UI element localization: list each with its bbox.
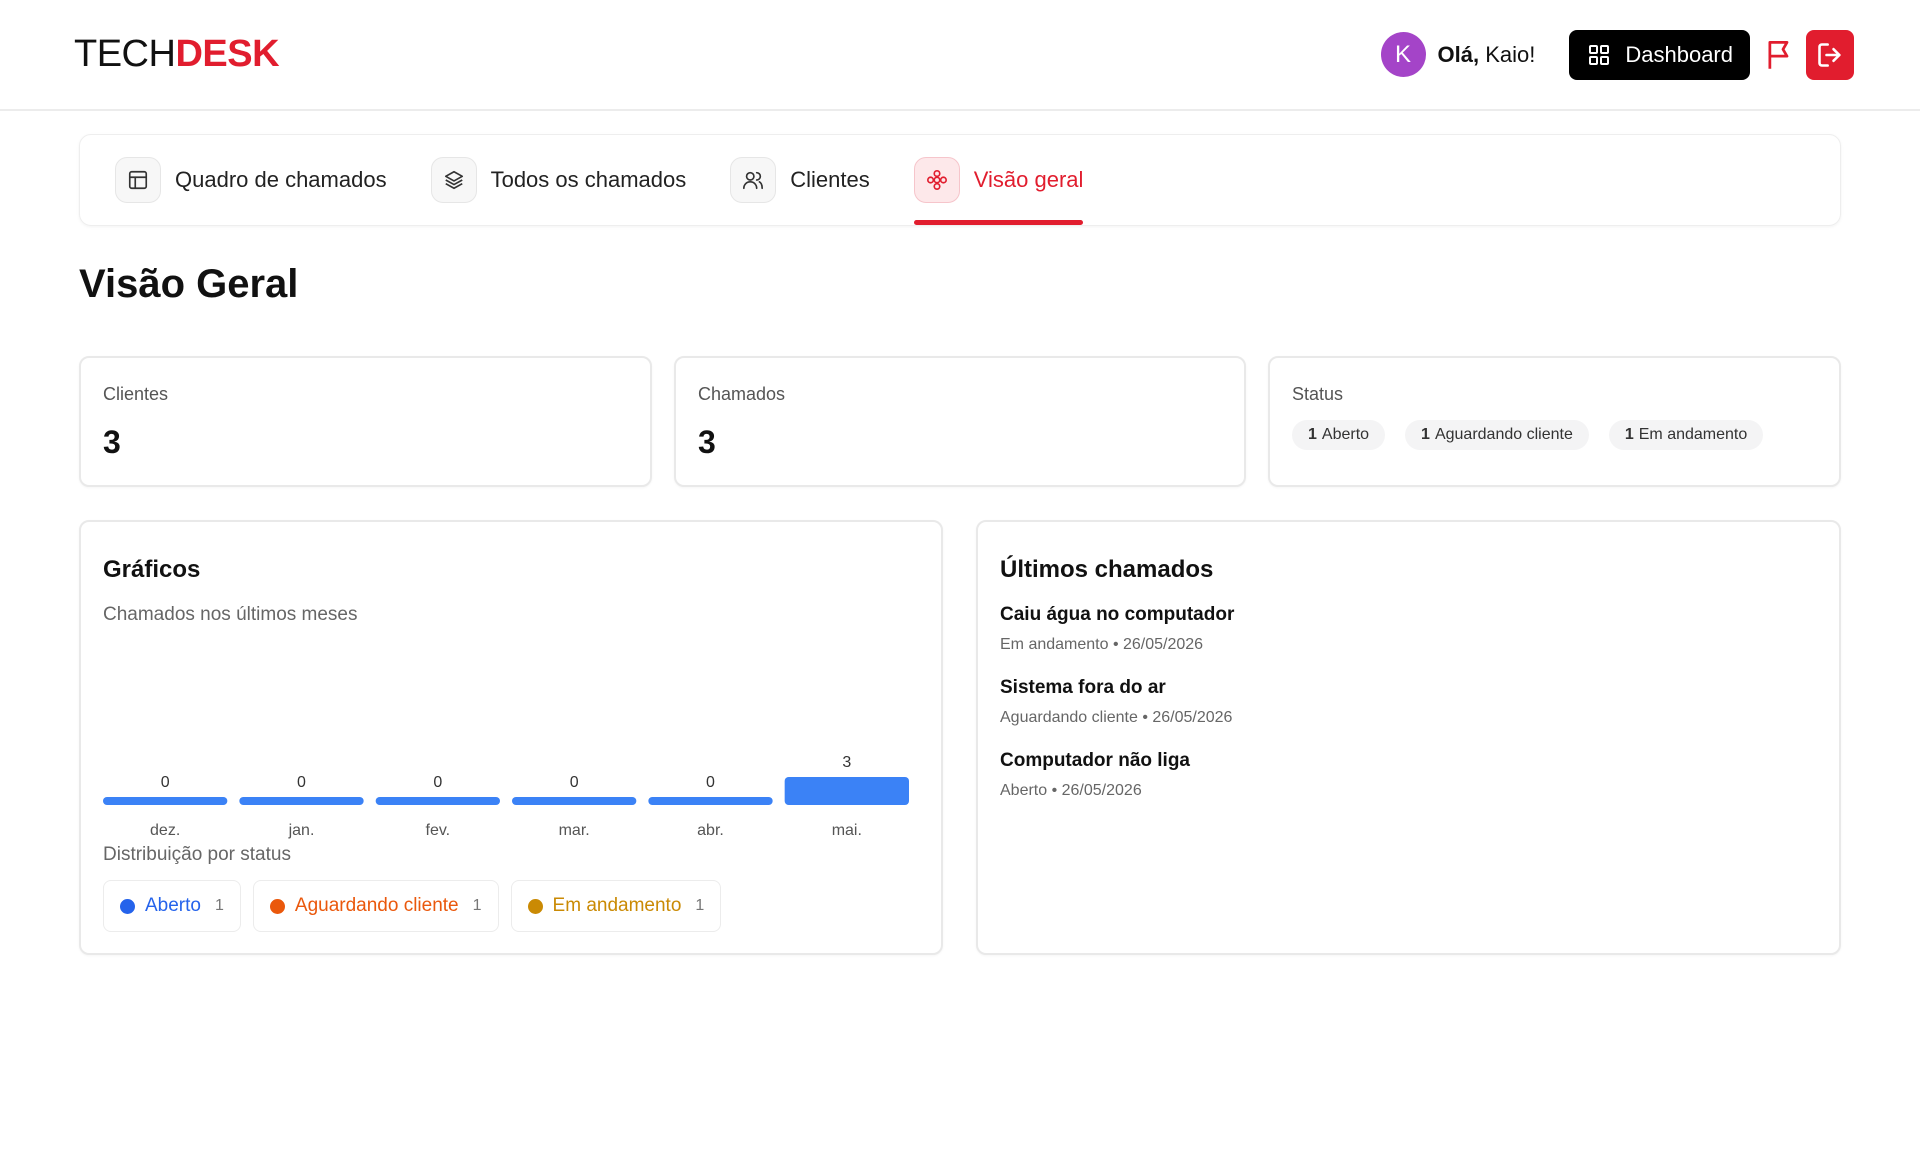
bar-chart: 0 dez. 0 jan. 0 fev. 0 mar. 0 abr. 3 mai.	[103, 754, 909, 839]
tab-label: Todos os chamados	[490, 167, 687, 192]
bar-5	[784, 777, 909, 805]
flag-button[interactable]	[1764, 35, 1794, 75]
legend-label: Em andamento	[552, 895, 682, 916]
graficos-title: Gráficos	[103, 556, 201, 583]
header-actions: K Olá, Kaio! Dashboard	[1380, 29, 1854, 80]
tab-todos-os-chamados[interactable]: Todos os chamados	[430, 135, 687, 225]
bar-value-label: 0	[570, 774, 579, 791]
dashboard-button-label: Dashboard	[1625, 41, 1733, 67]
stat-card-status: Status 1 Aberto 1 Aguardando cliente 1 Em a…	[1268, 356, 1841, 487]
dashboard-button[interactable]: Dashboard	[1569, 29, 1750, 80]
graficos-card: Gráficos Chamados nos últimos meses 0 dez…	[79, 520, 943, 955]
flower-icon	[913, 157, 960, 203]
pill-count: 1	[1421, 426, 1430, 443]
ticket-title: Computador não liga	[1000, 750, 1190, 771]
layout-icon	[115, 157, 161, 203]
distribution-label: Distribuição por status	[103, 844, 291, 865]
bar-category-label: mai.	[832, 822, 862, 839]
stat-value: 3	[698, 424, 716, 460]
flag-icon	[1768, 40, 1789, 69]
legend-count: 1	[214, 897, 224, 914]
greeting-name: Kaio!	[1479, 41, 1536, 67]
stat-card-clientes: Clientes 3	[79, 356, 652, 487]
ticket-item[interactable]: Caiu água no computador Em andamento • 2…	[1000, 604, 1234, 654]
tab-label: Quadro de chamados	[175, 167, 387, 192]
pill-label: Aguardando cliente	[1434, 426, 1573, 443]
pill-count: 1	[1624, 426, 1634, 443]
bar-2	[375, 797, 500, 805]
logo-part-desk: DESK	[175, 33, 280, 75]
status-pill-aguardando: 1 Aguardando cliente	[1405, 420, 1589, 450]
status-dot	[269, 898, 285, 914]
ticket-meta: Aberto • 26/05/2026	[1000, 782, 1142, 799]
logout-button[interactable]	[1806, 29, 1854, 80]
bar-category-label: abr.	[697, 822, 724, 839]
status-dot	[120, 898, 135, 914]
bar-0	[103, 797, 228, 805]
legend-label: Aberto	[145, 895, 201, 916]
avatar[interactable]: K	[1380, 32, 1426, 77]
ticket-item[interactable]: Computador não liga Aberto • 26/05/2026	[1000, 750, 1190, 800]
app-header: TECH DESK K Olá, Kaio! Dashboard	[0, 0, 1920, 111]
ticket-item[interactable]: Sistema fora do ar Aguardando cliente • …	[1000, 677, 1232, 727]
tab-quadro-de-chamados[interactable]: Quadro de chamados	[115, 135, 387, 225]
legend-label: Aguardando cliente	[294, 895, 459, 916]
ticket-meta: Aguardando cliente • 26/05/2026	[1000, 709, 1233, 726]
pill-count: 1	[1308, 426, 1317, 443]
pill-label: Em andamento	[1638, 426, 1748, 443]
legend-count: 1	[472, 897, 482, 914]
legend-item-aberto[interactable]: Aberto 1	[103, 880, 241, 932]
bar-category-label: jan.	[288, 822, 315, 839]
status-pill-aberto: 1 Aberto	[1292, 420, 1386, 450]
status-pill-andamento: 1 Em andamento	[1608, 420, 1764, 450]
bar-category-label: fev.	[426, 822, 451, 839]
bar-value-label: 0	[433, 774, 442, 791]
tab-label: Clientes	[790, 167, 870, 192]
greeting: Olá, Kaio!	[1438, 42, 1536, 68]
status-pills: 1 Aberto 1 Aguardando cliente 1 Em andament…	[1292, 420, 1764, 450]
bar-value-label: 0	[706, 774, 715, 791]
legend-count: 1	[695, 897, 705, 914]
bar-3	[512, 797, 637, 805]
tab-label: Visão geral	[973, 167, 1084, 192]
ticket-title: Sistema fora do ar	[1000, 677, 1166, 698]
legend-item-aguardando[interactable]: Aguardando cliente 1	[252, 880, 499, 932]
bar-category-label: mar.	[559, 822, 590, 839]
bar-value-label: 0	[161, 774, 170, 791]
bar-category-label: dez.	[150, 822, 180, 839]
tab-clientes[interactable]: Clientes	[730, 135, 870, 225]
logo[interactable]: TECH DESK	[74, 33, 280, 76]
stat-label: Chamados	[698, 384, 786, 404]
ticket-title: Caiu água no computador	[1000, 604, 1235, 625]
stat-label: Clientes	[103, 384, 169, 404]
bar-value-label: 3	[842, 754, 851, 771]
tab-visao-geral[interactable]: Visão geral	[913, 135, 1084, 225]
stat-card-chamados: Chamados 3	[674, 356, 1246, 487]
layers-icon	[430, 157, 477, 203]
logo-part-tech: TECH	[74, 33, 176, 75]
status-legend: Aberto 1 Aguardando cliente 1 Em andamen…	[103, 880, 722, 932]
legend-item-andamento[interactable]: Em andamento 1	[510, 880, 722, 932]
bar-4	[648, 797, 773, 805]
bar-1	[239, 797, 364, 805]
bar-value-label: 0	[297, 774, 306, 791]
stat-label: Status	[1292, 384, 1344, 404]
logout-icon	[1818, 42, 1841, 67]
grid-icon	[1589, 44, 1610, 65]
main-nav: Quadro de chamados Todos os chamados Cli…	[79, 134, 1841, 226]
ultimos-chamados-card: Últimos chamados Caiu água no computador…	[976, 520, 1841, 955]
ultimos-title: Últimos chamados	[1000, 556, 1214, 583]
users-icon	[730, 157, 777, 203]
ticket-meta: Em andamento • 26/05/2026	[1000, 636, 1204, 653]
page-title: Visão Geral	[79, 262, 299, 306]
status-dot	[527, 898, 543, 914]
stat-value: 3	[103, 424, 121, 460]
pill-label: Aberto	[1321, 426, 1370, 443]
chart-subtitle: Chamados nos últimos meses	[103, 604, 358, 625]
greeting-hello: Olá,	[1437, 41, 1480, 67]
